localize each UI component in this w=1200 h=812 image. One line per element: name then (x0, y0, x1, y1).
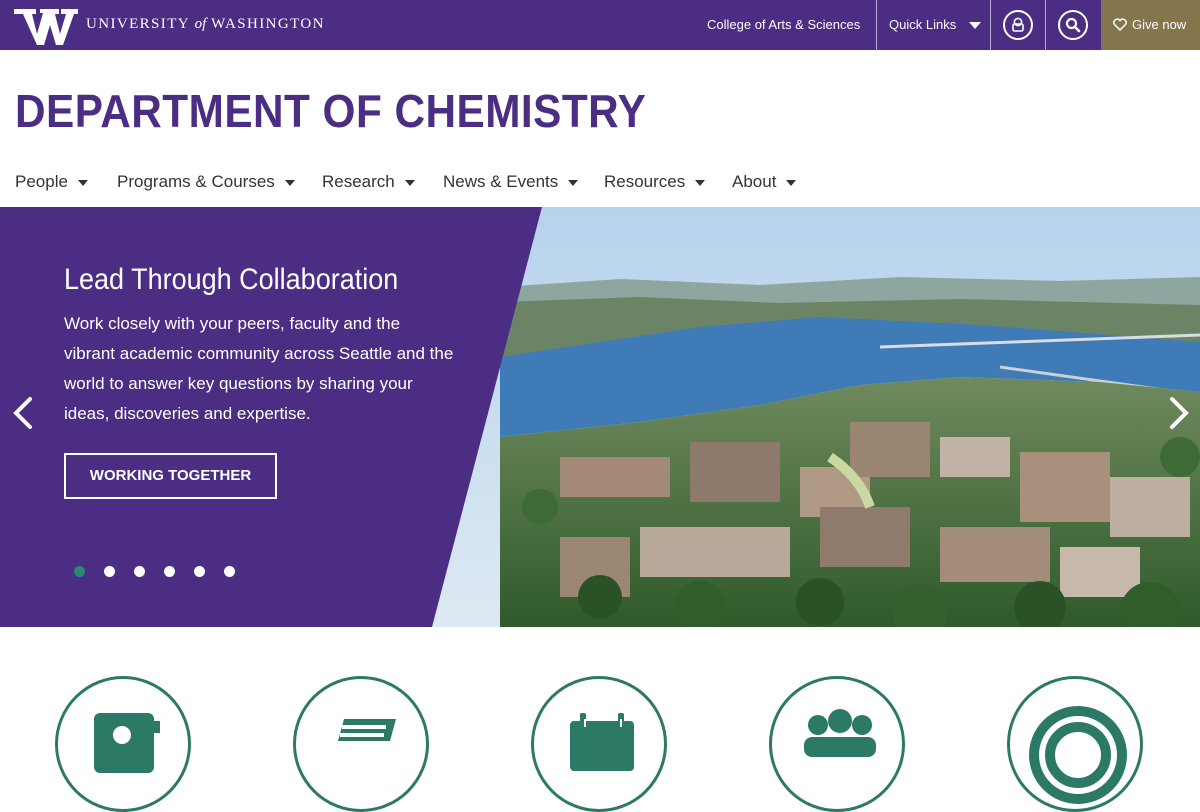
nav-item-label: News & Events (443, 172, 559, 191)
uw-logo-w[interactable] (14, 7, 78, 47)
calendar-icon (570, 713, 634, 771)
hero-body-text: Work closely with your peers, faculty an… (64, 314, 454, 423)
caret-down-icon (77, 179, 88, 186)
nav-item-label: Programs & Courses (117, 172, 275, 191)
caret-down-icon (404, 179, 415, 186)
nav-item-research[interactable]: Research (322, 172, 415, 192)
working-together-button[interactable]: WORKING TOGETHER (64, 453, 277, 499)
nav-item-news-events[interactable]: News & Events (443, 172, 579, 192)
carousel-dot-2[interactable] (104, 566, 115, 577)
caret-down-icon (568, 179, 579, 186)
search-button[interactable] (1058, 10, 1088, 40)
contact-card-icon (94, 713, 160, 773)
carousel-dot-6[interactable] (224, 566, 235, 577)
carousel-dot-4[interactable] (164, 566, 175, 577)
feature-link-directory[interactable] (55, 676, 191, 812)
login-button[interactable] (1003, 10, 1033, 40)
heart-icon (1113, 18, 1127, 31)
hero-carousel: Lead Through Collaboration Work closely … (0, 207, 1200, 627)
college-link[interactable]: College of Arts & Sciences (707, 0, 860, 50)
top-divider (990, 0, 991, 50)
quick-links-button[interactable]: Quick Links (889, 0, 981, 50)
target-icon (1029, 706, 1127, 804)
feature-link-events[interactable] (531, 676, 667, 812)
nav-item-label: People (15, 172, 68, 191)
chevron-right-icon[interactable] (1166, 395, 1192, 431)
wordmark-of: of (194, 16, 207, 32)
hero-heading: Lead Through Collaboration (64, 263, 399, 296)
uw-wordmark[interactable]: UNIVERSITY of WASHINGTON (86, 16, 325, 33)
caret-down-icon (695, 179, 706, 186)
feature-link-research[interactable] (1007, 676, 1143, 812)
carousel-dot-3[interactable] (134, 566, 145, 577)
caret-down-icon (968, 22, 981, 30)
caret-down-icon (786, 179, 797, 186)
nav-item-people[interactable]: People (15, 172, 88, 192)
carousel-dot-5[interactable] (194, 566, 205, 577)
people-group-icon (804, 709, 876, 757)
chevron-left-icon[interactable] (10, 395, 36, 431)
nav-item-resources[interactable]: Resources (604, 172, 706, 192)
nav-item-programs-courses[interactable]: Programs & Courses (117, 172, 295, 192)
caret-down-icon (284, 179, 295, 186)
wordmark-university: UNIVERSITY (86, 16, 190, 32)
books-icon (338, 719, 396, 741)
user-icon (1012, 17, 1024, 32)
nav-item-label: Research (322, 172, 395, 191)
quick-links-label: Quick Links (889, 17, 957, 32)
top-bar: UNIVERSITY of WASHINGTON College of Arts… (0, 0, 1200, 50)
give-now-button[interactable]: Give now (1101, 0, 1200, 50)
top-divider (1045, 0, 1046, 50)
nav-item-label: About (732, 172, 777, 191)
give-now-label: Give now (1132, 17, 1187, 32)
nav-item-about[interactable]: About (732, 172, 797, 192)
carousel-dot-1[interactable] (74, 566, 85, 577)
nav-item-label: Resources (604, 172, 686, 191)
search-icon (1065, 17, 1081, 33)
feature-link-community[interactable] (769, 676, 905, 812)
department-title[interactable]: DEPARTMENT OF CHEMISTRY (15, 84, 646, 138)
wordmark-washington: WASHINGTON (211, 16, 325, 32)
feature-link-courses[interactable] (293, 676, 429, 812)
top-divider (876, 0, 877, 50)
